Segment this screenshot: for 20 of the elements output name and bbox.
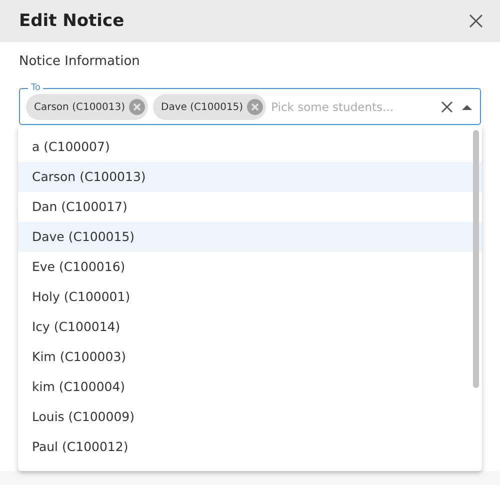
student-option[interactable]: Icy (C100014) [18, 312, 482, 342]
student-option[interactable]: a (C100007) [18, 132, 482, 162]
collapse-button[interactable] [460, 102, 474, 112]
section-title: Notice Information [19, 54, 141, 69]
scrollbar[interactable] [473, 130, 479, 388]
student-option[interactable]: Carson (C100013) [18, 162, 482, 192]
student-option[interactable]: Eve (C100016) [18, 252, 482, 282]
student-option[interactable]: Holy (C100001) [18, 282, 482, 312]
student-option[interactable]: Kim (C100003) [18, 342, 482, 372]
clear-icon [441, 101, 453, 114]
student-option[interactable]: Paul (C100012) [18, 432, 482, 462]
student-option[interactable]: Dave (C100015) [18, 222, 482, 252]
student-chip[interactable]: Carson (C100013) [26, 94, 148, 120]
students-select-field[interactable]: To Carson (C100013) Dave (C100015) Pick some students... [19, 83, 481, 125]
student-option[interactable]: Louis (C100009) [18, 402, 482, 432]
student-option[interactable]: Dan (C100017) [18, 192, 482, 222]
dialog-title: Edit Notice [19, 11, 124, 31]
student-chip[interactable]: Dave (C100015) [153, 94, 266, 120]
student-option[interactable]: kim (C100004) [18, 372, 482, 402]
field-label: To [30, 83, 42, 93]
